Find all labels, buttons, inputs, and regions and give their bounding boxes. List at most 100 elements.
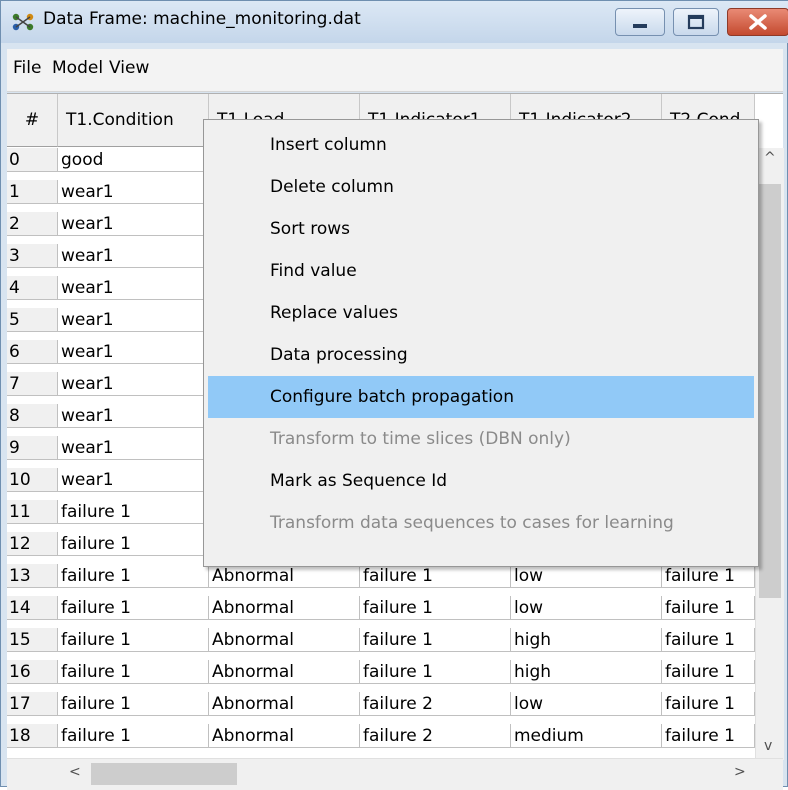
table-cell[interactable]: failure 1 [662,660,755,684]
vertical-scrollbar[interactable]: ^ v [755,148,784,760]
horizontal-scrollbar[interactable]: < > [7,758,783,790]
table-cell[interactable]: failure 1 [662,628,755,652]
context-menu-item[interactable]: Replace values [208,292,754,334]
context-menu-item[interactable]: Mark as Sequence Id [208,460,754,502]
column-header-index[interactable]: # [7,94,58,147]
minimize-icon [633,24,647,28]
title-bar[interactable]: Data Frame: machine_monitoring.dat [1,1,788,43]
row-index-cell: 3 [7,244,58,268]
table-cell[interactable]: wear1 [58,308,209,332]
table-cell[interactable]: failure 1 [58,500,209,524]
table-cell[interactable]: failure 1 [662,596,755,620]
row-index-cell: 14 [7,596,58,620]
row-index-cell: 12 [7,532,58,556]
context-menu-item[interactable]: Insert column [208,124,754,166]
table-cell[interactable]: failure 1 [58,724,209,748]
table-cell[interactable]: wear1 [58,180,209,204]
row-index-cell: 11 [7,500,58,524]
table-row[interactable]: 14 failure 1 Abnormal failure 1 low failure 1 [7,596,777,620]
table-row[interactable]: 13 failure 1 Abnormal failure 1 low failure 1 [7,564,777,588]
context-menu-item[interactable]: Sort rows [208,208,754,250]
table-cell[interactable]: wear1 [58,468,209,492]
scroll-up-icon[interactable]: ^ [764,150,776,166]
context-menu: Insert column Delete column Sort rows Find … [203,119,759,567]
table-cell[interactable]: good [58,148,209,172]
menu-bar: File Model View [7,49,783,92]
row-index-cell: 13 [7,564,58,588]
table-cell[interactable]: wear1 [58,404,209,428]
table-cell[interactable]: failure 1 [58,532,209,556]
row-index-cell: 8 [7,404,58,428]
table-cell[interactable]: high [511,628,662,652]
scroll-right-icon[interactable]: > [734,764,746,780]
row-index-cell: 16 [7,660,58,684]
row-index-cell: 2 [7,212,58,236]
context-menu-item[interactable]: Data processing [208,334,754,376]
table-cell[interactable]: failure 1 [662,724,755,748]
table-cell[interactable]: failure 1 [58,628,209,652]
scroll-down-icon[interactable]: v [764,738,772,754]
context-menu-item[interactable]: Find value [208,250,754,292]
table-cell[interactable]: wear1 [58,340,209,364]
table-cell[interactable]: Abnormal [209,628,360,652]
vertical-scroll-thumb[interactable] [759,184,781,598]
table-cell[interactable]: failure 1 [662,692,755,716]
table-cell[interactable]: Abnormal [209,692,360,716]
table-cell[interactable]: failure 2 [360,692,511,716]
table-cell[interactable]: failure 1 [58,692,209,716]
table-cell[interactable]: failure 1 [360,660,511,684]
table-cell[interactable]: failure 1 [360,596,511,620]
table-row[interactable]: 15 failure 1 Abnormal failure 1 high failure … [7,628,777,652]
scroll-left-icon[interactable]: < [69,764,81,780]
table-cell[interactable]: medium [511,724,662,748]
table-cell[interactable]: failure 1 [58,660,209,684]
table-cell[interactable]: high [511,660,662,684]
table-cell[interactable]: failure 2 [360,724,511,748]
column-header[interactable]: T1.Condition [58,94,209,147]
row-index-cell: 5 [7,308,58,332]
maximize-icon [687,14,705,30]
row-index-cell: 7 [7,372,58,396]
table-cell[interactable]: Abnormal [209,724,360,748]
row-index-cell: 17 [7,692,58,716]
maximize-button[interactable] [673,8,719,36]
menu-view[interactable]: View [109,58,149,78]
menu-model[interactable]: Model [52,58,103,78]
data-frame-window: Data Frame: machine_monitoring.dat File … [0,0,788,790]
row-index-cell: 18 [7,724,58,748]
row-index-cell: 10 [7,468,58,492]
table-row[interactable]: 16 failure 1 Abnormal failure 1 high failure … [7,660,777,684]
table-cell[interactable]: wear1 [58,244,209,268]
context-menu-item: Transform data sequences to cases for le… [270,513,674,533]
table-cell[interactable]: low [511,596,662,620]
table-cell[interactable]: low [511,564,662,588]
table-cell[interactable]: failure 1 [58,596,209,620]
table-cell[interactable]: low [511,692,662,716]
row-index-cell: 4 [7,276,58,300]
close-icon [749,14,767,30]
table-cell[interactable]: failure 1 [58,564,209,588]
table-cell[interactable]: failure 1 [662,564,755,588]
context-menu-item[interactable]: Delete column [208,166,754,208]
table-cell[interactable]: Abnormal [209,660,360,684]
table-cell[interactable]: failure 1 [360,564,511,588]
table-cell[interactable]: failure 1 [360,628,511,652]
menu-file[interactable]: File [13,58,41,78]
row-index-cell: 15 [7,628,58,652]
table-cell[interactable]: Abnormal [209,564,360,588]
table-cell[interactable]: wear1 [58,276,209,300]
table-row[interactable]: 17 failure 1 Abnormal failure 2 low failure 1 [7,692,777,716]
network-graph-icon [12,13,34,31]
minimize-button[interactable] [615,8,665,36]
window-title: Data Frame: machine_monitoring.dat [43,9,361,29]
context-menu-item[interactable]: Configure batch propagation [208,376,754,418]
table-cell[interactable]: wear1 [58,212,209,236]
table-cell[interactable]: wear1 [58,372,209,396]
table-cell[interactable]: Abnormal [209,596,360,620]
row-index-cell: 9 [7,436,58,460]
table-cell[interactable]: wear1 [58,436,209,460]
close-button[interactable] [727,8,788,36]
table-row[interactable]: 18 failure 1 Abnormal failure 2 medium failur… [7,724,777,748]
horizontal-scroll-thumb[interactable] [91,763,237,785]
row-index-cell: 6 [7,340,58,364]
